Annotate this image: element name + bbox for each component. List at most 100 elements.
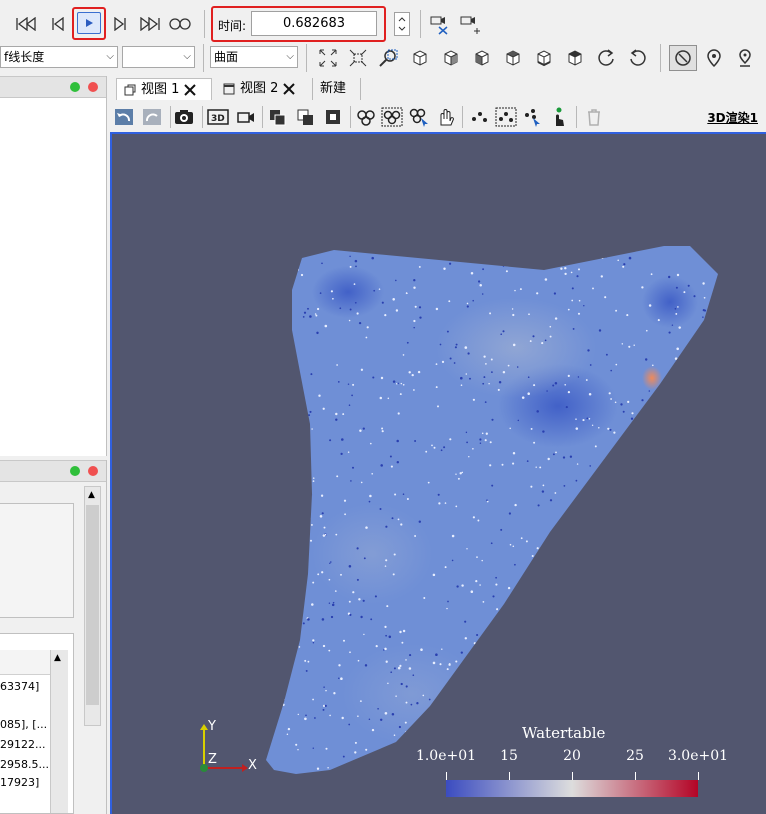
last-frame-icon [140,17,160,31]
redo-camera-icon [143,109,161,125]
cube-icon [475,50,489,66]
cube-icon [537,50,551,67]
new-tab-button[interactable]: 新建 [320,78,360,100]
colorbar-tick-mark [509,772,510,780]
table-row: 2958.5... [0,758,49,771]
loop-button[interactable] [168,12,192,36]
split-vertical-icon [297,109,313,125]
previous-frame-icon [52,17,64,31]
view-minus-z-button[interactable] [563,46,587,70]
next-frame-button[interactable] [108,12,132,36]
previous-frame-button[interactable] [46,12,70,36]
camera-keyframe-button[interactable] [428,12,452,36]
camera-edit-icon [430,16,448,35]
play-button[interactable] [77,12,101,34]
colorbar-tick-label: 1.0e+01 [415,748,477,764]
representation-combo[interactable]: 曲面 ⌵ [210,46,298,68]
undo-camera-button[interactable] [112,105,136,129]
svg-text:3D: 3D [211,114,225,124]
spinner-arrows-icon [398,17,406,31]
add-camera-button[interactable] [458,12,482,36]
chevron-down-icon: ⌵ [183,51,191,62]
zoom-to-data-button[interactable] [346,46,370,70]
play-icon [86,19,93,27]
split-horizontal-button[interactable] [266,105,290,129]
properties-box [0,503,74,618]
orientation-axes-button[interactable] [669,45,697,71]
maximize-dot-icon[interactable] [70,466,80,476]
interactive-select-points-button[interactable] [521,105,545,129]
window-icon [223,83,235,95]
table-scrollbar[interactable]: ▲ [50,650,68,813]
first-frame-button[interactable] [14,12,38,36]
close-icon[interactable] [183,83,197,97]
colorbar-tick-mark [572,772,573,780]
axis-x-label: X [248,758,257,773]
interactive-select-cells-button[interactable] [407,105,431,129]
select-cells-on-button[interactable] [354,105,378,129]
table-row: 63374] [0,680,40,693]
cube-icon [413,50,427,66]
view-minus-x-button[interactable] [439,46,463,70]
hover-cells-button[interactable] [433,105,457,129]
last-frame-button[interactable] [138,12,162,36]
tab-view-1[interactable]: 视图 1 [116,78,212,100]
tab-view-2[interactable]: 视图 2 [218,78,310,100]
pick-center-button[interactable] [733,46,757,70]
scroll-up-icon[interactable]: ▲ [88,490,95,500]
time-input[interactable]: 0.682683 [251,11,377,36]
left-panel-top [0,76,107,456]
redo-camera-button[interactable] [140,105,164,129]
view-plus-z-button[interactable] [532,46,556,70]
hover-points-button[interactable] [547,105,571,129]
select-points-on-button[interactable] [380,105,404,129]
point-hand-icon [556,107,564,126]
clear-selection-button[interactable] [582,105,606,129]
cube-icon [444,50,458,66]
close-dot-icon[interactable] [88,82,98,92]
colorbar-tick-label: 25 [626,748,644,764]
maximize-view-button[interactable] [322,105,346,129]
reset-camera-button[interactable] [316,46,340,70]
rotate-cw-button[interactable] [594,46,618,70]
component-combo[interactable]: ⌵ [122,46,195,68]
zoom-to-box-button[interactable] [376,46,400,70]
time-spinner[interactable] [394,12,410,36]
split-vertical-button[interactable] [294,105,318,129]
rotate-ccw-button[interactable] [626,46,650,70]
magnifier-icon [379,49,398,67]
view-minus-y-button[interactable] [501,46,525,70]
time-value: 0.682683 [282,16,346,31]
record-camera-button[interactable] [234,105,258,129]
colorbar-tick-mark [635,772,636,780]
coloring-combo[interactable]: f线长度 ⌵ [0,46,118,68]
select-points-through-button[interactable] [494,105,518,129]
compass-icon [675,50,691,66]
colorbar-title: Watertable [522,724,606,742]
maximize-dot-icon[interactable] [70,82,80,92]
chevron-down-icon: ⌵ [106,51,114,62]
render-view-label[interactable]: 3D渲染1 [707,109,758,126]
chevron-down-icon: ⌵ [286,51,294,62]
table-row: 085], [... [0,718,48,731]
close-icon[interactable] [282,82,296,96]
axis-z-label: Z [208,752,217,767]
rotate-cw-icon [598,49,614,66]
scroll-thumb[interactable] [86,505,99,705]
trash-icon [588,109,600,126]
cube-icon [568,50,582,66]
colorbar-tick-label: 15 [500,748,518,764]
time-label: 时间: [218,19,247,33]
location-pin-icon [707,49,721,68]
toggle-3d-button[interactable]: 3D [206,105,230,129]
scroll-up-icon[interactable]: ▲ [54,653,61,663]
left-scrollbar[interactable]: ▲ [84,486,101,726]
center-axes-button[interactable] [702,46,726,70]
mesh-surface [266,246,718,774]
screenshot-button[interactable] [172,105,196,129]
close-dot-icon[interactable] [88,466,98,476]
view-plus-y-button[interactable] [470,46,494,70]
render-view[interactable]: Y Z X Watertable 1.0e+01 15 20 25 3.0e+01 [110,132,766,814]
view-plus-x-button[interactable] [408,46,432,70]
select-points-button[interactable] [468,105,492,129]
